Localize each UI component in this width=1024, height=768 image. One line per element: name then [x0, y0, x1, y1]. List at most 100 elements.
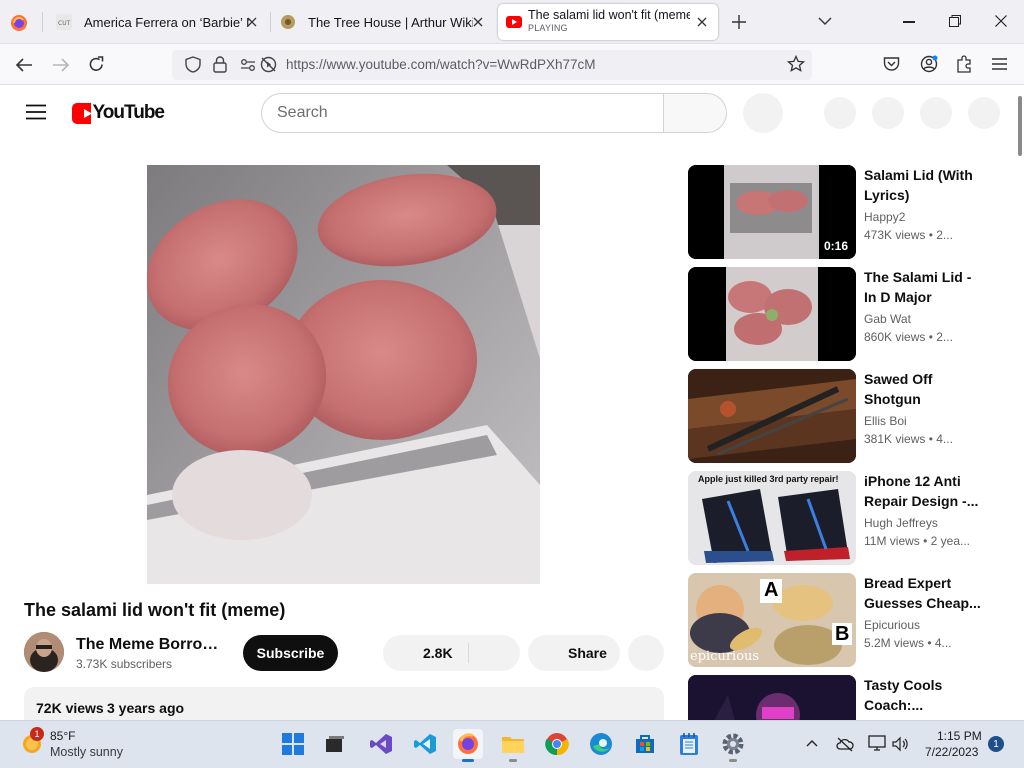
voice-search-button[interactable]	[743, 93, 783, 133]
task-view-icon[interactable]	[320, 729, 350, 759]
minimize-window-icon[interactable]	[903, 21, 915, 23]
related-video-channel[interactable]: Happy2	[864, 210, 905, 224]
related-video-item[interactable]: Tasty Cools Coach:...	[688, 675, 988, 720]
permissions-icon[interactable]	[240, 58, 256, 72]
clock-date[interactable]: 7/22/2023	[925, 745, 978, 759]
weather-alert-badge: 1	[30, 727, 44, 741]
weather-description[interactable]: Mostly sunny	[50, 745, 123, 759]
tab-america-ferrera[interactable]: CUT America Ferrera on ‘Barbie’ Mo	[50, 0, 268, 44]
reload-icon[interactable]	[88, 56, 105, 73]
thumbnail-letter-a: A	[764, 579, 779, 601]
video-player[interactable]	[147, 165, 540, 584]
restore-window-icon[interactable]	[949, 15, 961, 27]
related-video-item[interactable]: Sawed Off Shotgun Ellis Boi 381K views •…	[688, 369, 988, 463]
tab-title: The Tree House | Arthur Wiki | F	[308, 14, 473, 30]
related-video-channel[interactable]: Gab Wat	[864, 312, 911, 326]
firefox-view-icon[interactable]	[10, 14, 28, 32]
video-thumbnail[interactable]: 0:16	[688, 165, 856, 259]
video-title: The salami lid won't fit (meme)	[24, 600, 286, 620]
autoplay-blocked-icon[interactable]	[260, 56, 277, 73]
related-video-meta: 11M views • 2 yea...	[864, 534, 971, 548]
related-video-title[interactable]: Salami Lid (With Lyrics)	[864, 165, 984, 205]
cut-site-icon: CUT	[56, 14, 72, 30]
related-video-title[interactable]: The Salami Lid - In D Major	[864, 267, 984, 307]
visual-studio-icon[interactable]	[366, 729, 396, 759]
dislike-button[interactable]	[469, 635, 520, 671]
app-menu-icon[interactable]	[992, 58, 1007, 70]
related-video-channel[interactable]: Ellis Boi	[864, 414, 907, 428]
related-video-item[interactable]: Apple just killed 3rd party repair! iPho…	[688, 471, 988, 565]
close-tab-icon[interactable]	[244, 14, 260, 30]
account-icon[interactable]	[920, 55, 938, 73]
tab-playing-status: PLAYING	[528, 23, 568, 33]
bookmark-star-icon[interactable]	[787, 55, 805, 73]
page-scrollbar[interactable]	[1016, 86, 1024, 720]
tab-salami-lid[interactable]: The salami lid won't fit (meme) PLAYING	[498, 4, 718, 40]
notepad-icon[interactable]	[674, 729, 704, 759]
close-window-icon[interactable]	[995, 15, 1007, 27]
url-text[interactable]: https://www.youtube.com/watch?v=WwRdPXh7…	[286, 57, 596, 72]
weather-temperature[interactable]: 85°F	[50, 729, 75, 743]
video-thumbnail[interactable]	[688, 369, 856, 463]
subscribe-button[interactable]: Subscribe	[243, 635, 338, 671]
related-video-item[interactable]: 0:16 Salami Lid (With Lyrics) Happy2 473…	[688, 165, 988, 259]
youtube-logo[interactable]: YouTube	[72, 102, 165, 124]
search-button[interactable]	[663, 93, 727, 133]
related-video-item[interactable]: A B epicurious Bread Expert Guesses Chea…	[688, 573, 988, 667]
settings-gear-icon[interactable]	[718, 729, 748, 759]
upload-age: 3 years ago	[107, 700, 185, 716]
account-avatar-button[interactable]	[968, 97, 1000, 129]
forward-arrow-icon[interactable]	[52, 57, 70, 73]
video-thumbnail[interactable]: A B epicurious	[688, 573, 856, 667]
close-tab-icon[interactable]	[470, 14, 486, 30]
tracking-protection-shield-icon[interactable]	[185, 56, 201, 73]
cloud-sync-off-icon[interactable]	[836, 736, 854, 752]
related-video-title[interactable]: Bread Expert Guesses Cheap...	[864, 573, 984, 613]
notification-count-badge[interactable]: 1	[988, 736, 1004, 752]
firefox-taskbar-icon[interactable]	[453, 729, 483, 759]
thumbnail-caption: Apple just killed 3rd party repair!	[698, 474, 839, 484]
notifications-button[interactable]	[920, 97, 952, 129]
related-video-title[interactable]: iPhone 12 Anti Repair Design -...	[864, 471, 984, 511]
video-thumbnail[interactable]: Apple just killed 3rd party repair!	[688, 471, 856, 565]
network-monitor-icon[interactable]	[868, 735, 886, 752]
channel-name[interactable]: The Meme Borrow...	[76, 636, 226, 654]
video-thumbnail[interactable]	[688, 267, 856, 361]
extensions-icon[interactable]	[956, 55, 973, 73]
youtube-icon	[506, 14, 522, 30]
channel-avatar[interactable]	[24, 632, 64, 672]
clock-time[interactable]: 1:15 PM	[937, 729, 982, 743]
show-hidden-icons-chevron-icon[interactable]	[806, 739, 818, 747]
running-app-indicator	[729, 759, 737, 762]
list-tabs-chevron-icon[interactable]	[818, 16, 832, 26]
view-count: 72K views	[36, 700, 104, 716]
start-windows-icon[interactable]	[278, 729, 308, 759]
volume-speaker-icon[interactable]	[892, 736, 910, 752]
scrollbar-thumb[interactable]	[1018, 96, 1022, 156]
tab-tree-house[interactable]: The Tree House | Arthur Wiki | F	[274, 0, 494, 44]
tab-separator	[42, 12, 43, 32]
guide-menu-icon[interactable]	[26, 104, 46, 120]
video-thumbnail[interactable]	[688, 675, 856, 720]
apps-button[interactable]	[872, 97, 904, 129]
edge-icon[interactable]	[586, 729, 616, 759]
microsoft-store-icon[interactable]	[630, 729, 660, 759]
related-video-meta: 473K views • 2...	[864, 228, 953, 242]
tab-separator	[270, 12, 271, 32]
related-video-title[interactable]: Tasty Cools Coach:...	[864, 675, 984, 715]
related-video-channel[interactable]: Epicurious	[864, 618, 920, 632]
related-video-item[interactable]: The Salami Lid - In D Major Gab Wat 860K…	[688, 267, 988, 361]
close-tab-icon[interactable]	[694, 14, 710, 30]
pocket-icon[interactable]	[883, 56, 900, 72]
chrome-icon[interactable]	[542, 729, 572, 759]
create-button[interactable]	[824, 97, 856, 129]
file-explorer-icon[interactable]	[498, 729, 528, 759]
back-arrow-icon[interactable]	[15, 57, 33, 73]
lock-icon[interactable]	[213, 56, 227, 73]
more-actions-button[interactable]	[628, 635, 664, 671]
related-video-title[interactable]: Sawed Off Shotgun	[864, 369, 984, 409]
related-video-channel[interactable]: Hugh Jeffreys	[864, 516, 938, 530]
vscode-icon[interactable]	[410, 729, 440, 759]
new-tab-button[interactable]	[731, 14, 747, 30]
arthur-wiki-icon	[280, 14, 296, 30]
